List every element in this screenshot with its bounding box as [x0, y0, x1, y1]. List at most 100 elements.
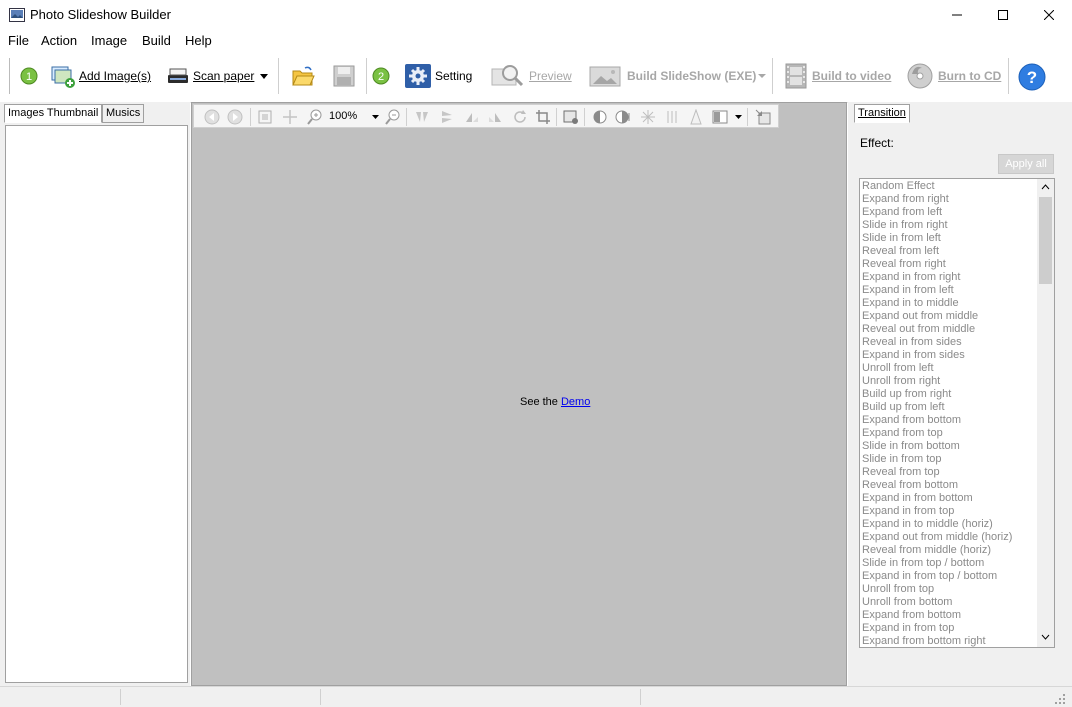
crop-icon[interactable]: [535, 109, 551, 125]
blur-icon[interactable]: [664, 109, 680, 125]
effect-list-item[interactable]: Slide in from top / bottom: [862, 557, 1037, 570]
preview-button[interactable]: Preview: [491, 62, 572, 90]
build-slideshow-dropdown[interactable]: [758, 62, 766, 90]
close-button[interactable]: [1026, 0, 1072, 30]
burn-cd-button[interactable]: Burn to CD: [906, 62, 1001, 90]
effect-list-item[interactable]: Expand from bottom: [862, 414, 1037, 427]
effect-list-item[interactable]: Expand from bottom right: [862, 635, 1037, 647]
zoom-dropdown-icon[interactable]: [372, 114, 380, 120]
effect-list-item[interactable]: Expand in from top: [862, 622, 1037, 635]
effect-list-item[interactable]: Expand from left: [862, 206, 1037, 219]
zoom-out-icon[interactable]: [385, 109, 401, 125]
help-button[interactable]: ?: [1018, 63, 1046, 91]
maximize-button[interactable]: [980, 0, 1026, 30]
next-image-icon[interactable]: [227, 109, 243, 125]
effect-list-item[interactable]: Expand out from middle (horiz): [862, 531, 1037, 544]
save-project-button[interactable]: [333, 62, 355, 90]
effect-list-item[interactable]: Build up from left: [862, 401, 1037, 414]
effect-list-item[interactable]: Reveal from left: [862, 245, 1037, 258]
effect-list-item[interactable]: Expand in from sides: [862, 349, 1037, 362]
effect-list-item[interactable]: Slide in from top: [862, 453, 1037, 466]
menu-image[interactable]: Image: [91, 33, 127, 48]
window-title: Photo Slideshow Builder: [30, 7, 171, 22]
effect-list-item[interactable]: Reveal from middle (horiz): [862, 544, 1037, 557]
effect-list-item[interactable]: Reveal from top: [862, 466, 1037, 479]
effect-scrollbar[interactable]: [1037, 179, 1054, 647]
thumbnail-list[interactable]: [5, 125, 188, 683]
zoom-level[interactable]: 100%: [329, 110, 357, 122]
tab-images-thumbnail[interactable]: Images Thumbnail: [4, 104, 103, 123]
apply-all-button[interactable]: Apply all: [998, 154, 1054, 174]
flip-vertical-icon[interactable]: [439, 109, 455, 125]
effect-list-item[interactable]: Expand out from middle: [862, 310, 1037, 323]
scroll-thumb[interactable]: [1039, 197, 1052, 284]
scan-paper-dropdown[interactable]: [259, 62, 269, 90]
open-project-button[interactable]: [291, 62, 315, 90]
effect-list-item[interactable]: Expand in from left: [862, 284, 1037, 297]
fit-to-window-icon[interactable]: [257, 109, 273, 125]
effect-listbox[interactable]: Random Effect Expand from right Expand fro…: [859, 178, 1055, 648]
rotate-left-icon[interactable]: [464, 109, 480, 125]
layout-icon[interactable]: [712, 109, 728, 125]
effect-list-item[interactable]: Unroll from bottom: [862, 596, 1037, 609]
effect-list-item[interactable]: Reveal from right: [862, 258, 1037, 271]
scroll-up-icon[interactable]: [1041, 184, 1050, 190]
effect-list-item[interactable]: Expand from top: [862, 427, 1037, 440]
layout-dropdown-icon[interactable]: [735, 114, 743, 120]
effect-list-item[interactable]: Slide in from left: [862, 232, 1037, 245]
effect-list-item[interactable]: Build up from right: [862, 388, 1037, 401]
effect-list-item[interactable]: Expand in from right: [862, 271, 1037, 284]
effect-list-item[interactable]: Expand in to middle (horiz): [862, 518, 1037, 531]
effect-list-item[interactable]: Reveal in from sides: [862, 336, 1037, 349]
effect-list-item[interactable]: Slide in from right: [862, 219, 1037, 232]
status-separator: [120, 689, 121, 705]
demo-link[interactable]: Demo: [561, 396, 590, 408]
previous-image-icon[interactable]: [204, 109, 220, 125]
effect-list-item[interactable]: Reveal out from middle: [862, 323, 1037, 336]
tab-transition[interactable]: Transition: [854, 104, 910, 123]
effect-list-item[interactable]: Expand in from bottom: [862, 492, 1037, 505]
saturation-icon[interactable]: [688, 109, 704, 125]
contrast-icon[interactable]: [615, 109, 631, 125]
insert-image-icon[interactable]: [755, 109, 771, 125]
scan-paper-button[interactable]: Scan paper: [167, 62, 254, 90]
add-images-button[interactable]: Add Image(s): [51, 62, 151, 90]
rotate-right-icon[interactable]: [487, 109, 503, 125]
step-1-badge: 1: [20, 62, 38, 90]
effect-list-item[interactable]: Expand in from top / bottom: [862, 570, 1037, 583]
effect-list-item[interactable]: Unroll from left: [862, 362, 1037, 375]
setting-button[interactable]: Setting: [405, 62, 472, 90]
menu-bar: File Action Image Build Help: [0, 30, 1072, 50]
menu-file[interactable]: File: [8, 33, 29, 48]
build-slideshow-button[interactable]: Build SlideShow (EXE): [589, 62, 756, 90]
flip-horizontal-icon[interactable]: [414, 109, 430, 125]
tab-musics[interactable]: Musics: [102, 104, 145, 123]
effect-list-item[interactable]: Expand in from top: [862, 505, 1037, 518]
preview-magnifier-icon: [491, 65, 524, 87]
effect-list-item[interactable]: Expand from bottom: [862, 609, 1037, 622]
effect-list-item[interactable]: Slide in from bottom: [862, 440, 1037, 453]
preview-canvas[interactable]: [191, 102, 847, 686]
film-strip-icon: [785, 63, 807, 89]
sharpen-icon[interactable]: [640, 109, 656, 125]
menu-help[interactable]: Help: [185, 33, 212, 48]
effect-list-item[interactable]: Random Effect: [862, 180, 1037, 193]
effect-list-item[interactable]: Unroll from top: [862, 583, 1037, 596]
rotate-icon[interactable]: [512, 109, 528, 125]
scroll-down-icon[interactable]: [1041, 634, 1050, 640]
minimize-button[interactable]: [934, 0, 980, 30]
menu-action[interactable]: Action: [41, 33, 77, 48]
scanner-icon: [168, 68, 188, 83]
resize-grip-icon[interactable]: [1054, 693, 1066, 705]
effect-list-item[interactable]: Unroll from right: [862, 375, 1037, 388]
zoom-in-icon[interactable]: [307, 109, 323, 125]
brightness-icon[interactable]: [592, 109, 608, 125]
build-video-button[interactable]: Build to video: [784, 62, 891, 90]
svg-text:2: 2: [378, 71, 384, 83]
effect-list-item[interactable]: Expand from right: [862, 193, 1037, 206]
effect-list-item[interactable]: Expand in to middle: [862, 297, 1037, 310]
image-properties-icon[interactable]: [563, 109, 579, 125]
menu-build[interactable]: Build: [142, 33, 171, 48]
move-icon[interactable]: [282, 109, 298, 125]
effect-list-item[interactable]: Reveal from bottom: [862, 479, 1037, 492]
